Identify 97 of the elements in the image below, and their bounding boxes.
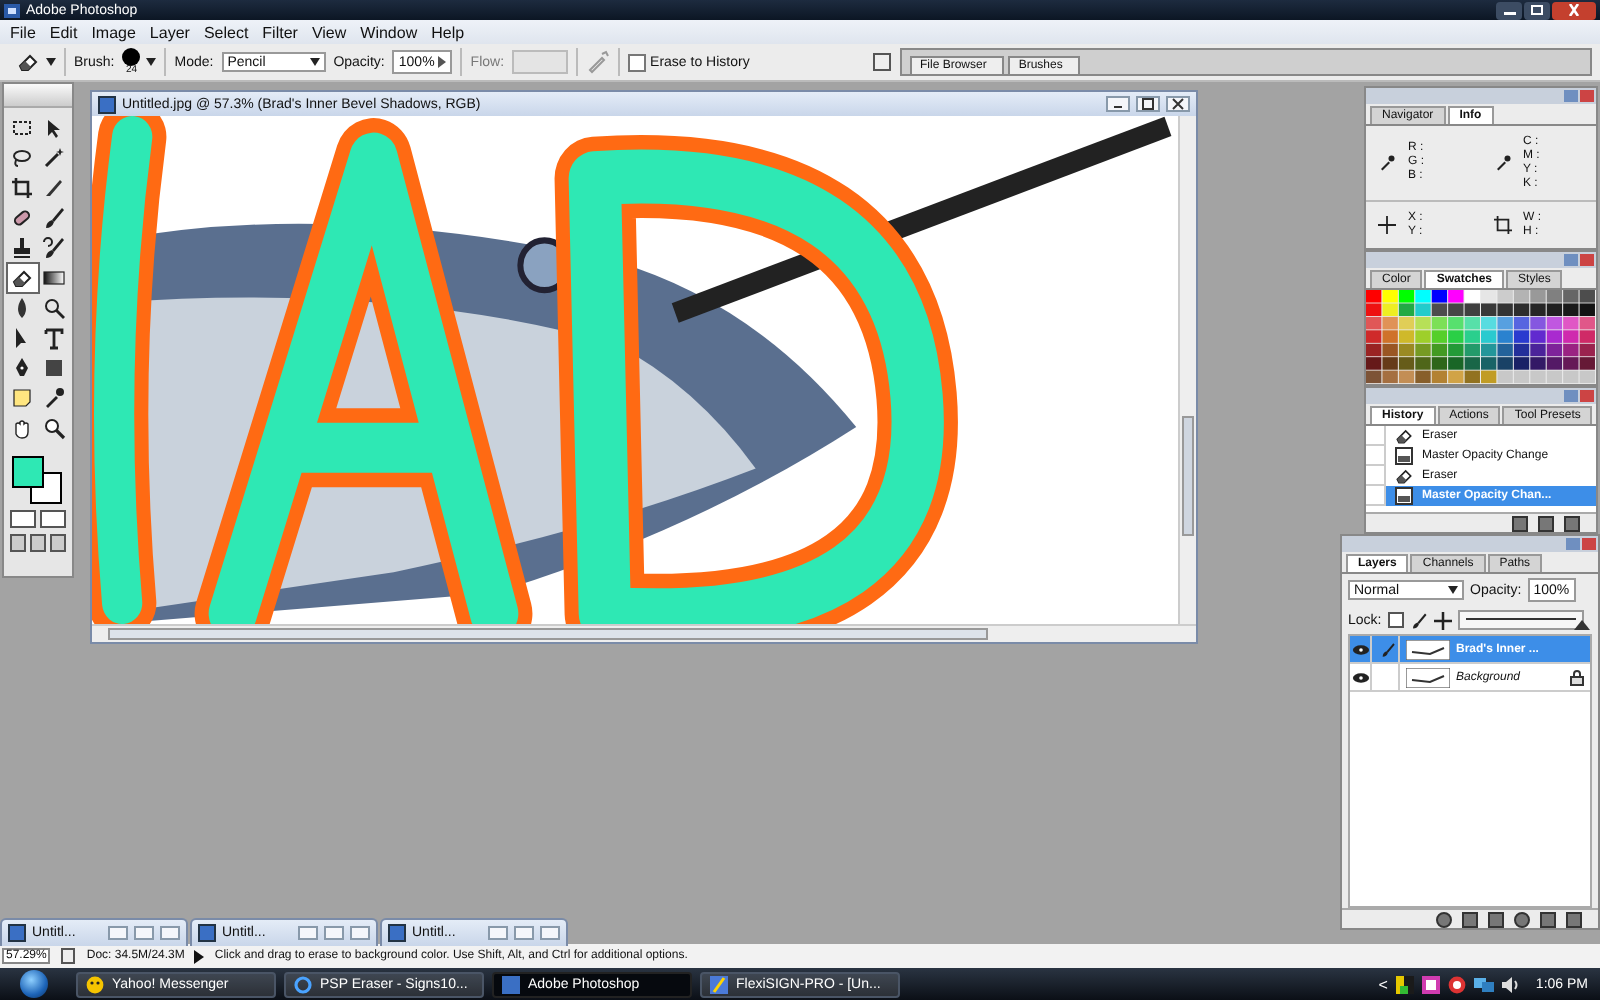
tool-button[interactable]: [7, 264, 37, 292]
new-layer-icon[interactable]: [1540, 911, 1556, 927]
document-icon[interactable]: [872, 52, 892, 72]
close-button[interactable]: [1166, 96, 1190, 112]
network-icon[interactable]: [1473, 975, 1494, 993]
dashed-rectangle-icon: [10, 116, 34, 140]
folder-icon[interactable]: [1488, 911, 1504, 927]
eye-icon[interactable]: [1351, 671, 1369, 683]
menu-item[interactable]: Filter: [256, 23, 304, 41]
tray-expand-button[interactable]: <: [1378, 975, 1388, 993]
menu-item[interactable]: Select: [197, 23, 255, 41]
eyedropper-icon: [1493, 154, 1511, 172]
caret-icon: [1448, 586, 1458, 594]
minimize-button[interactable]: [1496, 1, 1522, 19]
lasso-icon: [10, 146, 34, 170]
eyedropper-icon: [1378, 154, 1396, 172]
menu-item[interactable]: View: [305, 23, 353, 41]
swatch-grid-drawing[interactable]: [1366, 290, 1596, 384]
stamp-icon: [10, 236, 34, 260]
tool-button[interactable]: [39, 234, 69, 262]
eraser-icon: [1394, 466, 1414, 486]
triangle-icon[interactable]: [194, 949, 205, 963]
caret-icon: [309, 58, 320, 66]
layer-thumbnail: [1406, 639, 1450, 659]
menu-item[interactable]: Edit: [43, 23, 84, 41]
new-document-icon[interactable]: [1512, 515, 1528, 531]
app-icon: [502, 975, 520, 993]
trash-icon[interactable]: [1564, 515, 1580, 531]
brush-icon[interactable]: [1409, 611, 1428, 629]
move-icon[interactable]: [1433, 611, 1452, 629]
pen-icon: [10, 356, 34, 380]
app-icon: [4, 3, 20, 17]
menu-item[interactable]: Layer: [143, 23, 196, 41]
tool-preset-picker[interactable]: [16, 50, 56, 74]
minimize-button[interactable]: [1106, 96, 1130, 112]
close-button[interactable]: [1552, 1, 1596, 19]
standard-mode-button[interactable]: [10, 510, 36, 528]
wand-icon: [42, 146, 66, 170]
menu-item[interactable]: Image: [85, 23, 142, 41]
brush-icon: [1380, 641, 1396, 657]
close-icon: [1172, 98, 1184, 110]
crop-icon: [10, 176, 34, 200]
caret-icon: [46, 58, 56, 66]
browser-icon: [294, 975, 312, 993]
mask-icon[interactable]: [1462, 911, 1478, 927]
menu-item[interactable]: File: [4, 23, 42, 41]
square-icon: [42, 356, 66, 380]
arrow-icon: [438, 56, 447, 68]
eye-icon[interactable]: [1351, 643, 1369, 655]
close-icon: [1566, 4, 1582, 16]
knife-icon: [42, 176, 66, 200]
document-icon: [198, 924, 216, 942]
history-brush-icon: [42, 236, 66, 260]
tool-button[interactable]: [39, 294, 69, 322]
document-icon: [388, 924, 406, 942]
lock-icon: [1570, 669, 1584, 685]
color-swatches-icon[interactable]: [12, 456, 64, 504]
document-icon: [1394, 486, 1414, 506]
document-icon: [98, 95, 116, 113]
document-icon: [8, 924, 26, 942]
hand-icon: [10, 416, 34, 440]
horizontal-scrollbar[interactable]: [92, 624, 1196, 642]
quick-mask-button[interactable]: [40, 510, 66, 528]
maximize-button[interactable]: [1136, 96, 1160, 112]
layer-style-icon[interactable]: [1436, 911, 1452, 927]
type-icon: [42, 326, 66, 350]
crop-icon: [1493, 216, 1511, 234]
maximize-icon: [1142, 98, 1154, 110]
speaker-icon[interactable]: [1501, 975, 1520, 993]
menu-item[interactable]: Help: [425, 23, 471, 41]
vertical-scrollbar[interactable]: [1178, 116, 1196, 624]
adjustment-icon[interactable]: [1514, 911, 1530, 927]
brush-icon: [42, 206, 66, 230]
tool-button[interactable]: [39, 324, 69, 352]
camera-icon[interactable]: [1538, 515, 1554, 531]
eyedropper-icon: [42, 386, 66, 410]
caret-icon: [146, 58, 157, 66]
crosshair-icon: [1378, 216, 1396, 234]
eraser-icon: [10, 266, 34, 290]
eraser-icon: [16, 50, 40, 74]
trash-icon[interactable]: [1566, 911, 1582, 927]
app-icon: [710, 975, 728, 993]
tool-button[interactable]: [39, 414, 69, 442]
smiley-icon: [86, 975, 104, 993]
tool-button[interactable]: [7, 144, 37, 172]
start-button[interactable]: [20, 970, 48, 998]
zoom-icon: [42, 416, 66, 440]
lock-transparency-checkbox[interactable]: [1387, 612, 1404, 628]
restore-icon: [1529, 4, 1545, 16]
tool-button[interactable]: [7, 174, 37, 202]
menu-item[interactable]: Window: [354, 23, 424, 41]
note-icon: [10, 386, 34, 410]
tray-app-icon[interactable]: [1395, 975, 1414, 993]
gradient-icon: [42, 266, 66, 290]
restore-button[interactable]: [1524, 1, 1550, 19]
layer-thumbnail: [1406, 667, 1450, 687]
document-icon: [1394, 446, 1414, 466]
